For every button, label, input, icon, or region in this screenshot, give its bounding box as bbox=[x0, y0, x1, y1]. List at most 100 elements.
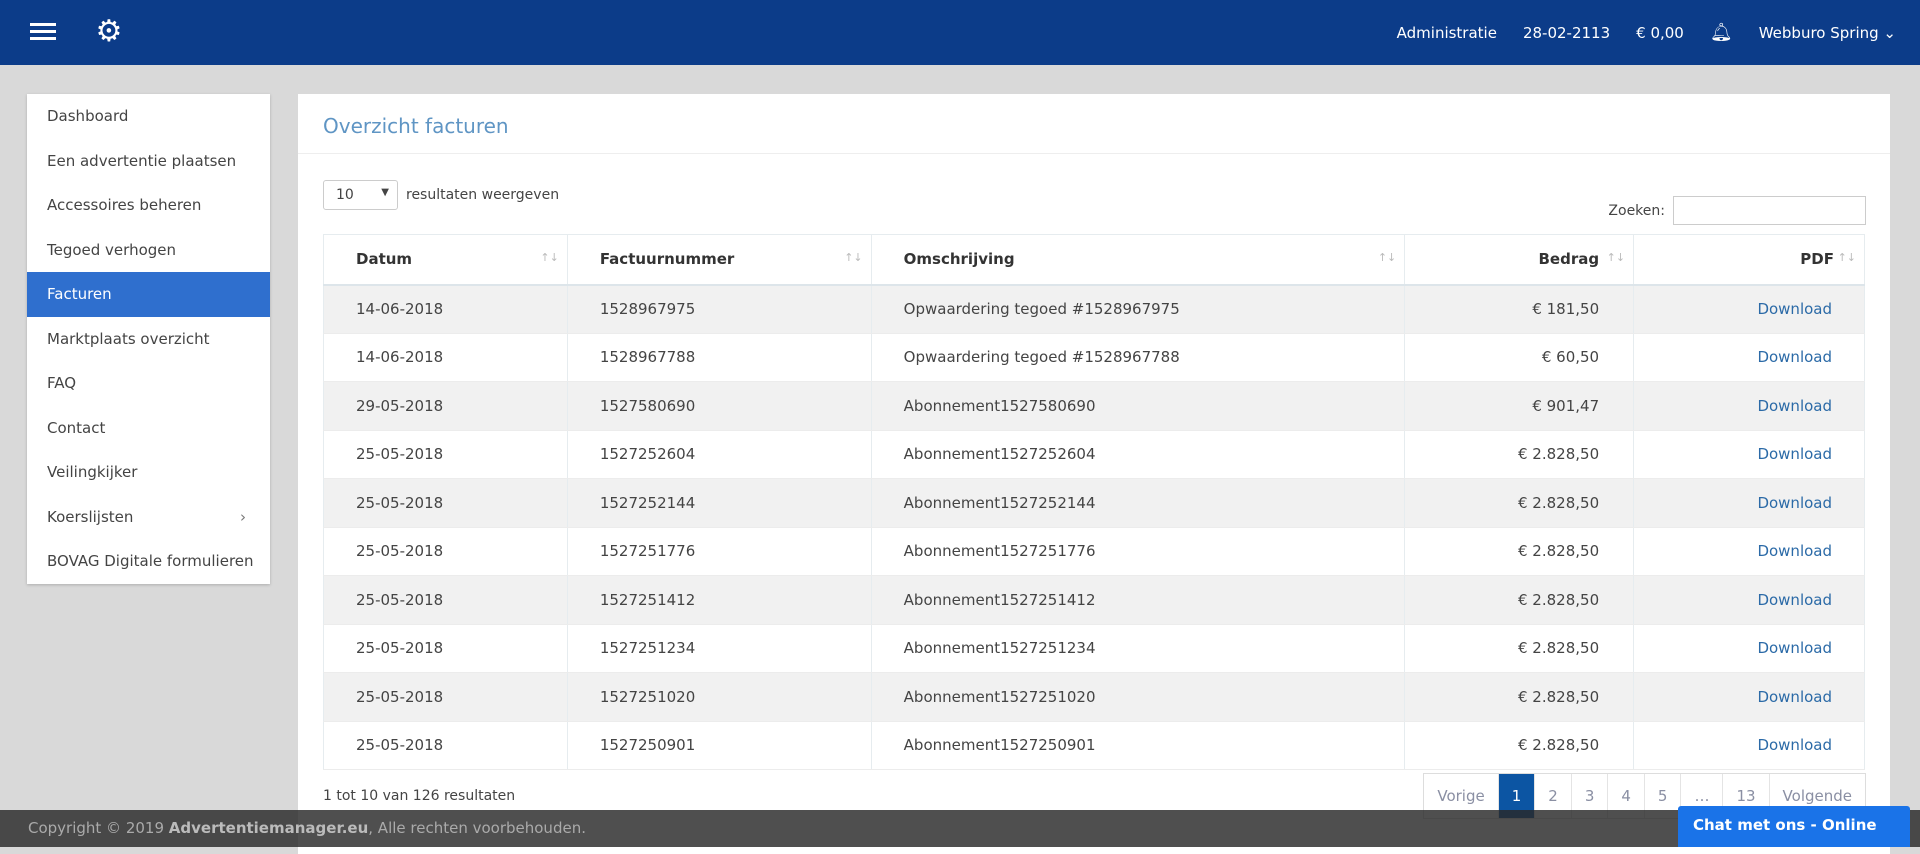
cell-datum: 14-06-2018 bbox=[323, 333, 568, 382]
sidebar-item-veilingkijker[interactable]: Veilingkijker bbox=[27, 450, 270, 495]
page-length-select[interactable]: 10 ▼ bbox=[323, 180, 398, 210]
sidebar-item-tegoed-verhogen[interactable]: Tegoed verhogen bbox=[27, 228, 270, 273]
sidebar-item-label: Facturen bbox=[47, 285, 112, 303]
cell-factuurnummer: 1528967975 bbox=[566, 284, 872, 334]
sidebar-item-label: Accessoires beheren bbox=[47, 196, 202, 214]
cell-omschrijving: Opwaardering tegoed #1528967788 bbox=[870, 333, 1406, 382]
cell-omschrijving: Abonnement1527251412 bbox=[870, 575, 1406, 625]
sort-icon: ↑↓ bbox=[540, 251, 559, 264]
sidebar-item-faq[interactable]: FAQ bbox=[27, 361, 270, 406]
sidebar-item-label: Een advertentie plaatsen bbox=[47, 151, 237, 170]
date-display: 28-02-2113 bbox=[1522, 23, 1611, 42]
cell-factuurnummer: 1527251412 bbox=[566, 575, 872, 625]
cell-bedrag: € 2.828,50 bbox=[1404, 575, 1635, 625]
download-link[interactable]: Download bbox=[1757, 542, 1832, 560]
cell-bedrag: € 2.828,50 bbox=[1404, 527, 1635, 576]
cell-omschrijving: Abonnement1527580690 bbox=[870, 381, 1406, 431]
sidebar-item-label: Marktplaats overzicht bbox=[47, 329, 210, 348]
cell-factuurnummer: 1527251020 bbox=[566, 672, 872, 722]
table-row: 14-06-2018 1528967975 Opwaardering tegoed … bbox=[323, 284, 1865, 334]
cell-datum: 25-05-2018 bbox=[323, 527, 568, 576]
table-row: 14-06-2018 1528967788 Opwaardering tegoed … bbox=[323, 333, 1865, 382]
cell-omschrijving: Abonnement1527252144 bbox=[870, 478, 1406, 528]
sort-icon: ↑↓ bbox=[1606, 251, 1626, 264]
sidebar-item-label: FAQ bbox=[47, 374, 77, 392]
cell-datum: 25-05-2018 bbox=[323, 721, 568, 770]
cell-bedrag: € 901,47 bbox=[1404, 381, 1635, 431]
chat-button[interactable]: Chat met ons - Online bbox=[1678, 806, 1910, 847]
sidebar-item-bovag-digitale-formulieren[interactable]: BOVAG Digitale formulieren bbox=[27, 539, 270, 584]
download-link[interactable]: Download bbox=[1757, 736, 1832, 754]
sidebar-item-label: Dashboard bbox=[47, 107, 129, 125]
cell-datum: 25-05-2018 bbox=[323, 575, 568, 625]
cell-factuurnummer: 1528967788 bbox=[566, 333, 872, 382]
bell-icon[interactable]: 🔔︎ bbox=[1710, 22, 1733, 43]
column-header-pdf[interactable]: PDF ↑↓ bbox=[1633, 234, 1865, 286]
table-row: 25-05-2018 1527252604 Abonnement1527252604… bbox=[323, 430, 1865, 479]
hamburger-menu-icon[interactable] bbox=[30, 20, 56, 44]
download-link[interactable]: Download bbox=[1757, 494, 1832, 512]
column-header-label: Datum bbox=[356, 250, 413, 269]
cell-factuurnummer: 1527580690 bbox=[566, 381, 872, 431]
cell-omschrijving: Abonnement1527251234 bbox=[870, 624, 1406, 673]
cell-bedrag: € 2.828,50 bbox=[1404, 430, 1635, 479]
sidebar-item-accessoires-beheren[interactable]: Accessoires beheren bbox=[27, 183, 270, 228]
search-input[interactable] bbox=[1673, 196, 1866, 225]
table-row: 25-05-2018 1527251234 Abonnement1527251234… bbox=[323, 624, 1865, 673]
sidebar-item-contact[interactable]: Contact bbox=[27, 406, 270, 451]
balance-display[interactable]: € 0,00 bbox=[1636, 24, 1684, 42]
cell-datum: 25-05-2018 bbox=[323, 478, 568, 528]
cell-pdf: Download bbox=[1633, 721, 1865, 770]
cell-datum: 25-05-2018 bbox=[323, 430, 568, 479]
invoices-table: Datum ↑↓ Factuurnummer ↑↓ Omschrijving ↑↓ Bedr… bbox=[323, 234, 1865, 770]
administratie-link[interactable]: Administratie bbox=[1397, 24, 1497, 42]
table-row: 25-05-2018 1527251020 Abonnement1527251020… bbox=[323, 672, 1865, 722]
gear-icon[interactable]: ⚙ bbox=[92, 14, 126, 49]
sidebar-item-een-advertentie-plaatsen[interactable]: Een advertentie plaatsen bbox=[27, 139, 270, 184]
download-link[interactable]: Download bbox=[1757, 300, 1832, 318]
cell-datum: 25-05-2018 bbox=[323, 624, 568, 673]
table-row: 25-05-2018 1527250901 Abonnement1527250901… bbox=[323, 721, 1865, 770]
cell-pdf: Download bbox=[1633, 672, 1865, 722]
column-header-omschrijving[interactable]: Omschrijving ↑↓ bbox=[870, 234, 1406, 286]
cell-datum: 14-06-2018 bbox=[323, 284, 568, 334]
column-header-datum[interactable]: Datum ↑↓ bbox=[323, 234, 568, 286]
cell-bedrag: € 2.828,50 bbox=[1404, 672, 1635, 722]
cell-bedrag: € 2.828,50 bbox=[1404, 624, 1635, 673]
download-link[interactable]: Download bbox=[1757, 591, 1832, 609]
rights-text: , Alle rechten voorbehouden. bbox=[368, 819, 586, 837]
page-length-label: resultaten weergeven bbox=[406, 187, 560, 203]
download-link[interactable]: Download bbox=[1757, 348, 1832, 366]
download-link[interactable]: Download bbox=[1757, 688, 1832, 706]
page-title: Overzicht facturen bbox=[298, 94, 1890, 154]
sort-icon: ↑↓ bbox=[844, 251, 863, 264]
sidebar: Dashboard Een advertentie plaatsen Accesso… bbox=[27, 94, 270, 584]
cell-pdf: Download bbox=[1633, 624, 1865, 673]
cell-omschrijving: Abonnement1527252604 bbox=[870, 430, 1406, 479]
invoices-panel: Overzicht facturen 10 ▼ resultaten weerge… bbox=[298, 94, 1890, 854]
footer-brand: Advertentiemanager.eu bbox=[168, 819, 369, 837]
cell-factuurnummer: 1527252144 bbox=[566, 478, 872, 528]
user-menu[interactable]: Webburo Spring ⌄ bbox=[1759, 24, 1896, 42]
cell-omschrijving: Opwaardering tegoed #1528967975 bbox=[870, 284, 1406, 334]
download-link[interactable]: Download bbox=[1757, 639, 1832, 657]
sidebar-item-dashboard[interactable]: Dashboard bbox=[27, 94, 270, 139]
table-row: 25-05-2018 1527252144 Abonnement1527252144… bbox=[323, 478, 1865, 528]
column-header-label: Omschrijving bbox=[903, 250, 1015, 269]
cell-factuurnummer: 1527250901 bbox=[566, 721, 872, 770]
cell-factuurnummer: 1527252604 bbox=[566, 430, 872, 479]
cell-pdf: Download bbox=[1633, 478, 1865, 528]
download-link[interactable]: Download bbox=[1757, 445, 1832, 463]
cell-omschrijving: Abonnement1527250901 bbox=[870, 721, 1406, 770]
chevron-down-icon: ⌄ bbox=[1883, 23, 1896, 42]
cell-bedrag: € 2.828,50 bbox=[1404, 478, 1635, 528]
download-link[interactable]: Download bbox=[1757, 397, 1832, 415]
sidebar-item-marktplaats-overzicht[interactable]: Marktplaats overzicht bbox=[27, 317, 270, 362]
sidebar-item-koerslijsten[interactable]: Koerslijsten › bbox=[27, 495, 270, 540]
sidebar-item-facturen[interactable]: Facturen bbox=[27, 272, 270, 317]
table-row: 29-05-2018 1527580690 Abonnement1527580690… bbox=[323, 381, 1865, 431]
column-header-factuurnummer[interactable]: Factuurnummer ↑↓ bbox=[566, 234, 872, 286]
column-header-bedrag[interactable]: Bedrag ↑↓ bbox=[1404, 234, 1635, 286]
cell-factuurnummer: 1527251776 bbox=[566, 527, 872, 576]
cell-pdf: Download bbox=[1633, 575, 1865, 625]
